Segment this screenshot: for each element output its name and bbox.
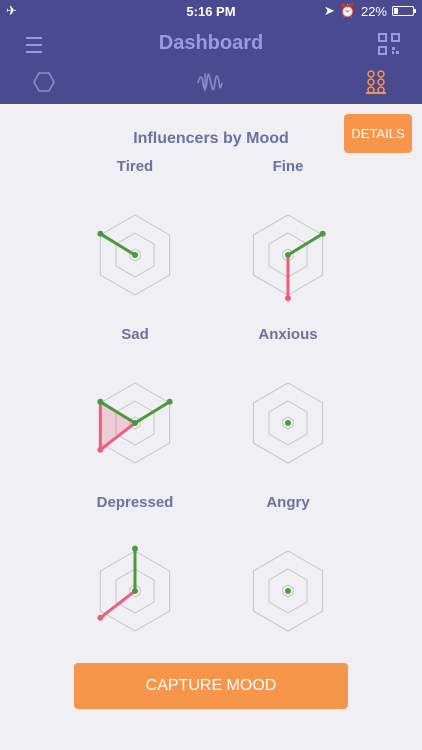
green-line [287, 232, 324, 257]
capture-mood-button[interactable]: CAPTURE MOOD [74, 663, 348, 709]
mood-label: Tired [116, 158, 154, 175]
mood-label: Angry [266, 494, 310, 511]
tab-bar [0, 64, 422, 104]
status-indicators: ➤ ⏰ 22% [323, 3, 416, 19]
green-point [97, 398, 104, 405]
center-point [132, 588, 138, 594]
mood-card: Depressed [60, 494, 210, 651]
red-point [285, 295, 291, 302]
red-point [97, 614, 104, 621]
green-point [132, 545, 138, 552]
active-tab-indicator [366, 92, 386, 94]
center-point [132, 420, 138, 426]
mood-radar-chart [97, 545, 171, 632]
green-point [319, 230, 326, 237]
circles-grid-icon [367, 70, 385, 94]
alarm-icon: ⏰ [339, 3, 356, 18]
hexagon-icon [33, 72, 55, 92]
mood-card: Anxious [213, 326, 363, 483]
green-point [166, 398, 173, 405]
mood-radar-chart [97, 382, 173, 464]
red-line [99, 589, 136, 619]
battery-icon [392, 6, 416, 16]
center-point [285, 420, 291, 426]
red-point [97, 446, 104, 453]
green-line [134, 400, 171, 425]
center-point [285, 588, 291, 594]
mood-label: Anxious [258, 326, 318, 343]
battery-percent: 22% [360, 3, 387, 19]
mood-radar-chart [252, 550, 324, 632]
qr-code-icon [378, 33, 400, 55]
location-icon: ➤ [323, 3, 335, 18]
mood-label: Fine [272, 158, 304, 175]
app-header: ✈ 5:16 PM ➤ ⏰ 22% Dashboard [0, 0, 422, 104]
mood-card: Tired [60, 158, 210, 315]
details-button[interactable]: DETAILS [344, 114, 412, 153]
qr-code-button[interactable] [378, 33, 400, 55]
mood-radar-chart [97, 214, 171, 296]
mood-radar-chart [252, 382, 324, 464]
tab-trends[interactable] [180, 64, 240, 100]
tab-influencers[interactable] [346, 64, 406, 100]
green-point [97, 230, 104, 237]
status-bar: ✈ 5:16 PM ➤ ⏰ 22% [0, 0, 422, 22]
waveform-icon [197, 73, 223, 91]
mood-label: Depressed [96, 494, 174, 511]
tab-overview[interactable] [14, 64, 74, 100]
mood-radar-chart [252, 214, 326, 302]
mood-card: Sad [60, 326, 210, 483]
center-point [132, 252, 138, 258]
mood-label: Sad [121, 326, 149, 343]
green-line [99, 232, 136, 257]
page-title: Dashboard [158, 32, 264, 54]
mood-card: Fine [213, 158, 363, 315]
mood-card: Angry [213, 494, 363, 651]
center-point [285, 252, 291, 258]
